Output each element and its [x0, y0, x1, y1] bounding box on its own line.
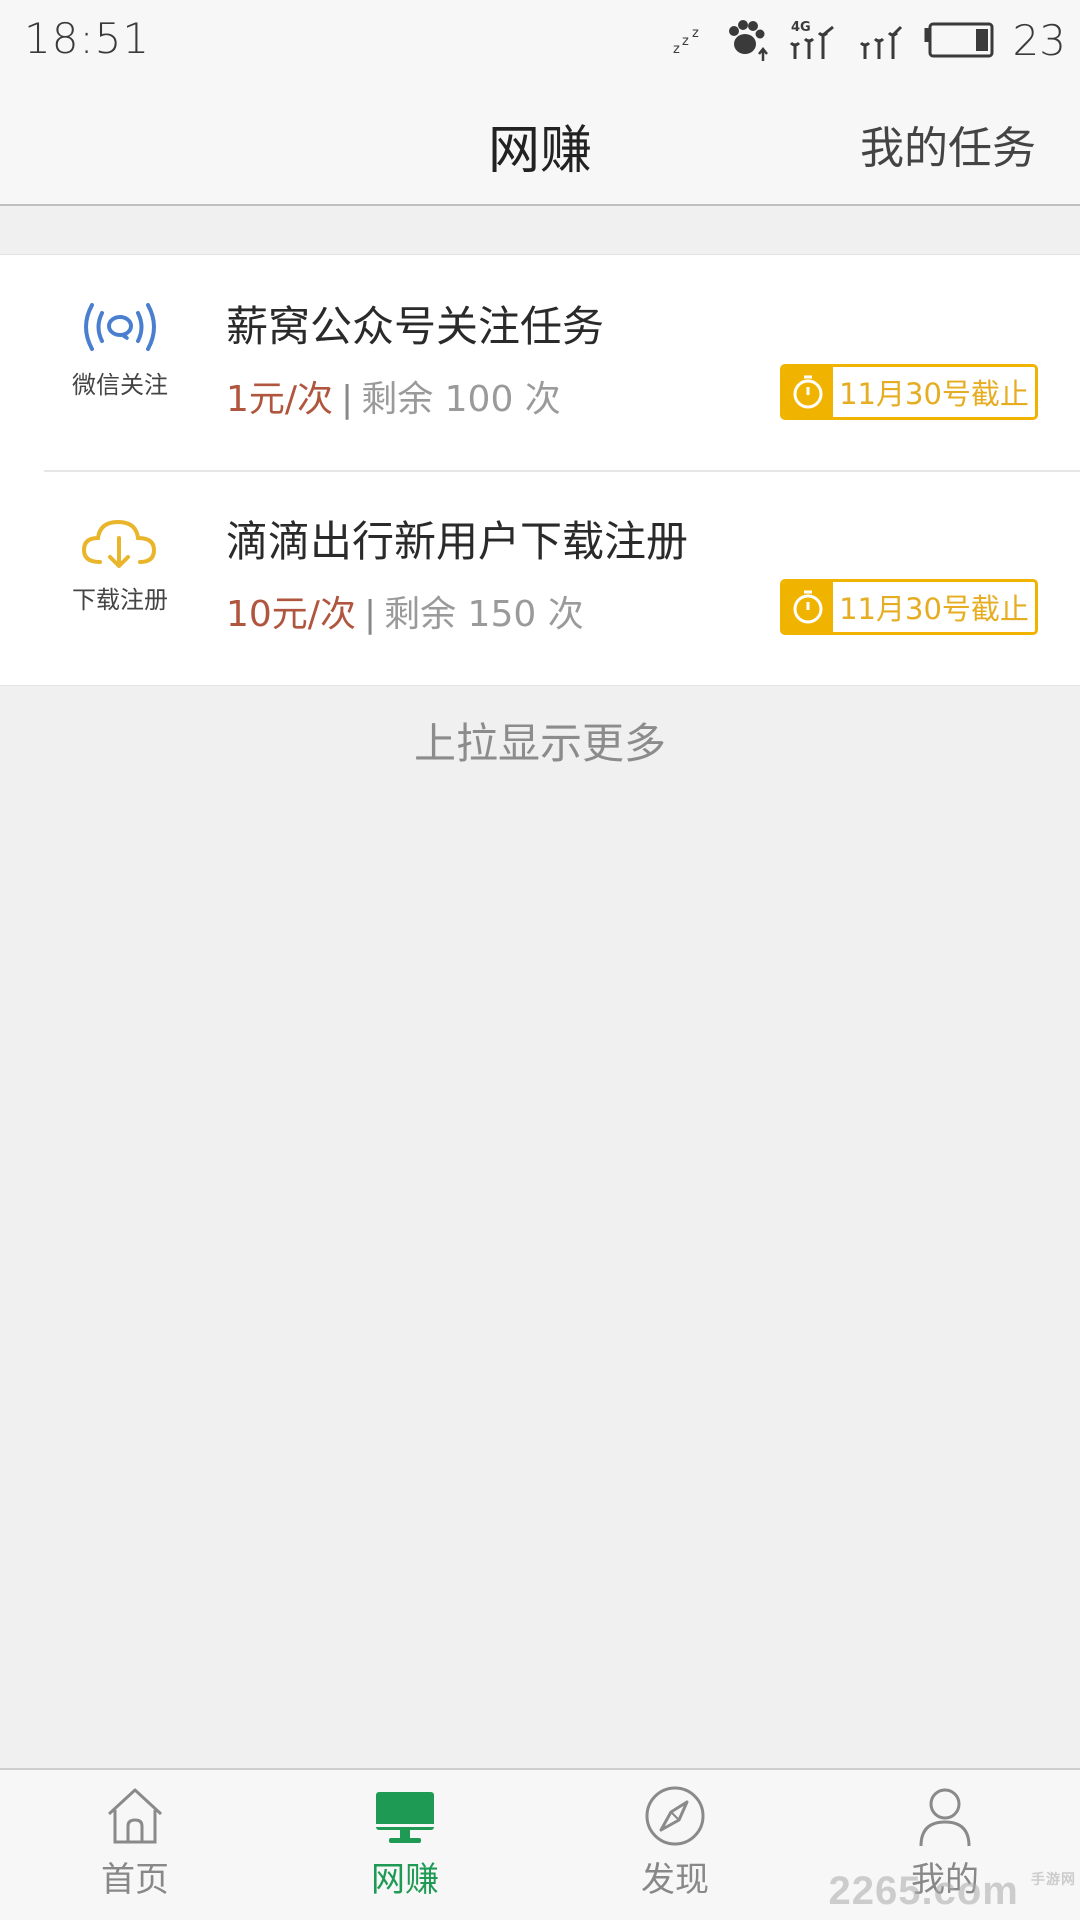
- tab-discover[interactable]: 发现: [540, 1770, 810, 1920]
- sleep-icon: z z z: [673, 26, 699, 55]
- svg-text:z: z: [673, 42, 680, 55]
- task-category-label: 微信关注: [72, 371, 168, 399]
- status-icons: z z z 4G 23: [673, 12, 1066, 68]
- task-category-label: 下载注册: [72, 586, 168, 614]
- deadline-text: 11月30号截止: [839, 377, 1029, 411]
- status-bar: 18:51 z z z 4G 23: [0, 0, 1080, 82]
- network-type: 4G: [791, 20, 811, 35]
- task-category-badge: 微信关注: [56, 295, 184, 400]
- user-icon: [919, 1788, 971, 1847]
- timer-icon: [783, 367, 833, 417]
- wechat-follow-icon: [84, 303, 156, 351]
- timer-icon: [783, 582, 833, 632]
- svg-text:z: z: [682, 34, 689, 49]
- signal-icon: [859, 25, 902, 59]
- watermark-logo: 2265.com 手游网: [829, 1869, 1076, 1914]
- task-remaining: 剩余 100 次: [361, 379, 561, 420]
- home-icon: [107, 1788, 163, 1844]
- task-title: 薪窝公众号关注任务: [226, 302, 605, 351]
- task-list: 微信关注 薪窝公众号关注任务 1元/次 | 剩余 100 次 11月30号截止 下载…: [0, 254, 1080, 686]
- cloud-download-icon: [81, 519, 157, 568]
- task-item[interactable]: 下载注册 滴滴出行新用户下载注册 10元/次 | 剩余 150 次 11月30号截止: [0, 470, 1080, 685]
- task-price: 1元/次: [226, 379, 334, 420]
- monitor-icon: [376, 1792, 434, 1843]
- deadline-text: 11月30号截止: [839, 592, 1029, 626]
- task-price: 10元/次: [226, 594, 356, 635]
- load-more-hint: 上拉显示更多: [413, 719, 666, 768]
- watermark-suffix: .com: [921, 1869, 1019, 1913]
- compass-icon: [645, 1786, 705, 1846]
- task-meta: 10元/次 | 剩余 150 次: [226, 585, 584, 637]
- task-meta: 1元/次 | 剩余 100 次: [226, 370, 561, 422]
- title-bar: 网赚 我的任务: [0, 82, 1080, 206]
- deadline-badge: 11月30号截止: [780, 364, 1038, 420]
- bottom-tab-bar: 首页 网赚 发现 我的 2265.com 手游网: [0, 1768, 1080, 1920]
- tab-label: 网赚: [371, 1860, 439, 1900]
- paw-icon: [728, 20, 768, 61]
- watermark-text: 2265: [828, 1869, 922, 1913]
- task-title: 滴滴出行新用户下载注册: [226, 517, 689, 566]
- tab-label: 发现: [641, 1860, 709, 1900]
- deadline-badge: 11月30号截止: [780, 579, 1038, 635]
- tab-label: 首页: [101, 1860, 169, 1900]
- task-separator: |: [341, 379, 354, 420]
- my-tasks-button[interactable]: 我的任务: [860, 112, 1036, 176]
- svg-text:z: z: [692, 26, 699, 41]
- task-remaining: 剩余 150 次: [384, 594, 584, 635]
- task-separator: |: [363, 594, 377, 635]
- watermark-sub: 手游网: [1031, 1871, 1076, 1887]
- task-item[interactable]: 微信关注 薪窝公众号关注任务 1元/次 | 剩余 100 次 11月30号截止: [0, 255, 1080, 470]
- tab-home[interactable]: 首页: [0, 1770, 270, 1920]
- tab-wangzhuan[interactable]: 网赚: [270, 1770, 540, 1920]
- battery-icon: [924, 22, 994, 58]
- status-time: 18:51: [24, 14, 151, 63]
- signal-icon: 4G: [789, 20, 834, 59]
- battery-level: 23: [1012, 15, 1066, 65]
- task-category-badge: 下载注册: [56, 510, 184, 615]
